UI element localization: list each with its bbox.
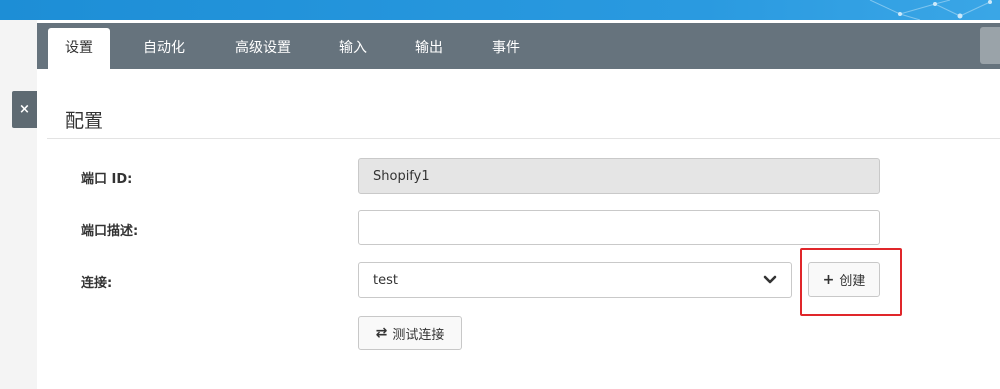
port-id-field: Shopify1 [358,158,880,194]
app-header-bar [0,0,1000,20]
tab-bar: 设置 自动化 高级设置 输入 输出 事件 [37,23,1000,69]
tab-settings[interactable]: 设置 [48,28,110,69]
network-decoration-icon [869,0,992,20]
main-panel [37,20,1000,389]
connection-select[interactable]: test [358,262,792,298]
connection-label: 连接: [81,276,113,291]
port-description-field[interactable] [358,210,880,245]
close-icon: × [19,102,30,117]
connection-selected-value: test [373,272,398,288]
port-description-label: 端口描述: [81,224,139,239]
exchange-arrows-icon: ⇄ [375,325,388,341]
tab-output[interactable]: 输出 [403,28,455,69]
tab-input[interactable]: 输入 [327,28,379,69]
port-id-value: Shopify1 [373,168,430,184]
test-connection-label: 测试连接 [392,327,445,343]
test-connection-button[interactable]: ⇄ 测试连接 [358,316,462,350]
chevron-down-icon [763,275,777,284]
section-title: 配置 [65,110,104,132]
port-id-label: 端口 ID: [81,172,133,187]
section-divider [47,138,1000,139]
close-panel-button[interactable]: × [12,91,37,128]
highlight-box [800,248,902,316]
tab-events[interactable]: 事件 [480,28,532,69]
tab-automation[interactable]: 自动化 [129,28,199,69]
tabbar-overflow-button[interactable] [980,27,1000,64]
tab-advanced-settings[interactable]: 高级设置 [223,28,303,69]
